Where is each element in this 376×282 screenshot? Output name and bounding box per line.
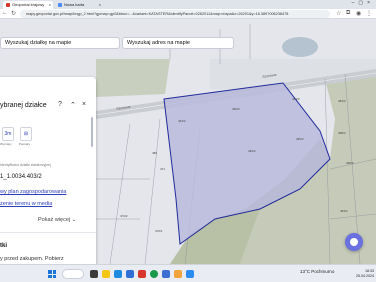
parcel-label: 469/2 [248, 149, 256, 153]
app-icon[interactable] [186, 270, 194, 278]
tab-new[interactable]: Nowa karta × [55, 1, 103, 9]
map-canvas[interactable]: Szosowa Szosowa 466/3 464/3 465/2 469/2 … [0, 19, 376, 264]
window-controls[interactable]: –▢× [352, 0, 374, 6]
browser-tab-bar: Geoportal krajowy × Nowa karta × –▢× [0, 0, 376, 9]
search-parcel-button[interactable]: Wyszukaj działkę na mapie [0, 37, 120, 49]
file-explorer-icon[interactable] [102, 270, 110, 278]
clock[interactable]: 18:33 25.04.2024 [356, 269, 374, 278]
close-icon[interactable]: × [82, 101, 86, 108]
pond [282, 37, 318, 57]
parcel-label: 476/1 [155, 229, 163, 233]
parcel-info-panel: ybranej działce ? ⌃ × 3m Wymiary ⊞ Pomia… [0, 77, 96, 264]
app-icon[interactable] [174, 270, 182, 278]
geoportal-favicon-icon [6, 3, 10, 7]
parcel-id: 1_1.0034.403/2 [0, 174, 42, 180]
parcel-label: 480 [152, 151, 158, 155]
parcel-label: 468/2 [338, 131, 346, 135]
close-tab-icon[interactable]: × [99, 1, 101, 9]
chrome-icon[interactable] [150, 270, 158, 278]
measure-label: Pomiary [19, 142, 31, 146]
menu-icon[interactable]: ⋮ [366, 10, 372, 17]
parcel-label: 466/3 [232, 107, 240, 111]
edge-icon[interactable] [114, 270, 122, 278]
address-bar: ← ↻ mapy.geoportal.gov.pl/imap/Imgp_2.ht… [0, 9, 376, 19]
parcel-label: 484/2 [340, 209, 348, 213]
close-tab-icon[interactable]: × [49, 1, 51, 9]
tab-geoportal[interactable]: Geoportal krajowy × [3, 1, 53, 9]
panel-title: ybranej działce [0, 102, 47, 109]
chat-assistant-button[interactable] [345, 233, 363, 251]
section-heading: tki [0, 243, 8, 249]
ruler-icon: ⊞ [23, 131, 29, 137]
chevron-down-icon: ⌄ [71, 217, 77, 223]
profile-icon[interactable]: ◉ [356, 10, 361, 17]
url-field[interactable]: mapy.geoportal.gov.pl/imap/Imgp_2.html?g… [20, 10, 330, 18]
taskbar-search[interactable] [62, 269, 84, 279]
extensions-icon[interactable]: ⧉ [346, 10, 350, 17]
start-icon[interactable] [48, 270, 56, 278]
mail-icon[interactable] [162, 270, 170, 278]
parcel-label: 465/2 [296, 137, 304, 141]
utilities-link[interactable]: zenie terenu w media [0, 201, 52, 207]
new-tab-favicon-icon [58, 3, 62, 7]
parcel-label: 472/2 [120, 214, 128, 218]
help-icon[interactable]: ? [58, 101, 62, 108]
dimensions-card[interactable]: 3m [2, 127, 14, 141]
app-icon[interactable] [138, 270, 146, 278]
search-address-button[interactable]: Wyszukaj adres na mapie [122, 37, 234, 49]
parcel-label: 483/2 [338, 99, 346, 103]
windows-taskbar: 13°C Pochmurno 18:33 25.04.2024 [0, 264, 376, 282]
star-icon[interactable]: ☆ [336, 10, 341, 17]
parcel-label: 464/2 [178, 119, 186, 123]
section-text: y przed zakupem. Pobierz [0, 256, 64, 262]
chat-icon [350, 238, 358, 246]
task-view-icon[interactable] [90, 270, 98, 278]
back-icon[interactable]: ← [2, 10, 8, 16]
parcel-label: 464/3 [292, 97, 300, 101]
weather-widget[interactable]: 13°C Pochmurno [300, 269, 334, 274]
panel-scrollbar[interactable] [91, 117, 93, 147]
reload-icon[interactable]: ↻ [11, 10, 16, 17]
dimensions-label: Wymiary [0, 142, 12, 146]
show-more-button[interactable]: Pokaż więcej ⌄ [38, 217, 76, 223]
parcel-label: 471 [160, 167, 166, 171]
parcel-label: 468/3 [346, 161, 354, 165]
store-icon[interactable] [126, 270, 134, 278]
parcel-id-label: Identyfikator działki ewidencyjnej [0, 163, 51, 167]
measure-card[interactable]: ⊞ [20, 127, 32, 141]
zoning-plan-link[interactable]: wy plan zagospodarowania [0, 189, 66, 195]
chevron-up-icon[interactable]: ⌃ [70, 101, 76, 109]
divider [0, 232, 96, 233]
